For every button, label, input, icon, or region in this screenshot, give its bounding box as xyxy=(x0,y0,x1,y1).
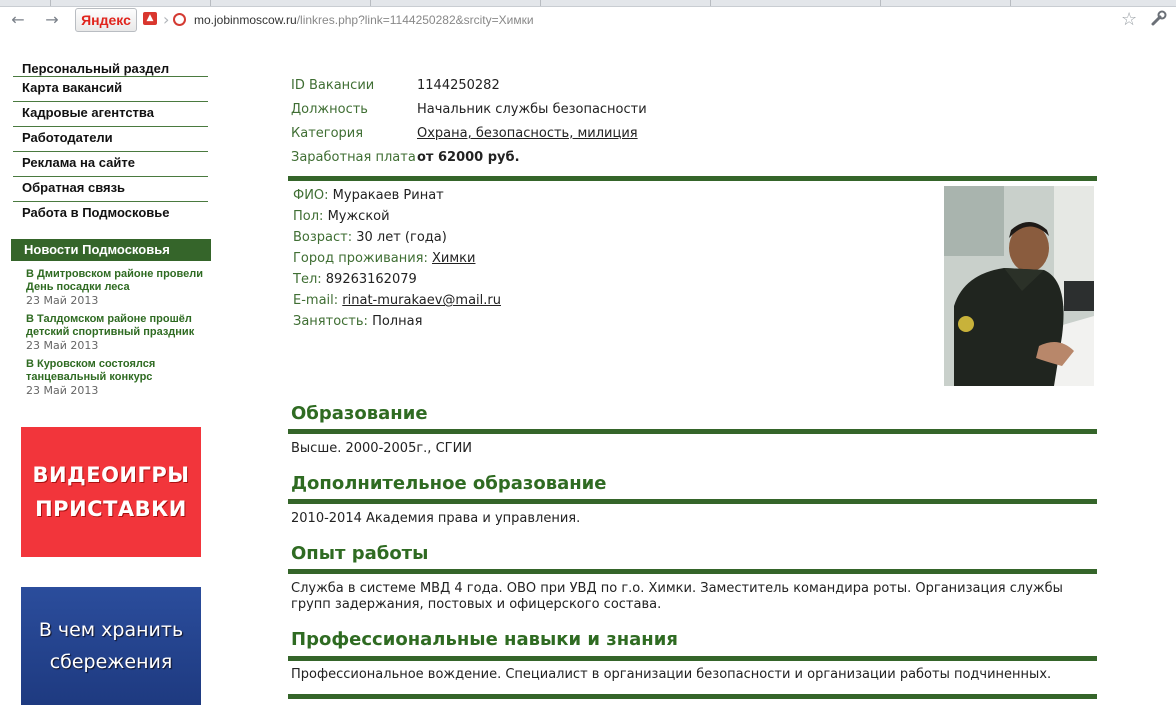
news-heading[interactable]: Новости Подмосковья xyxy=(11,239,211,261)
forward-arrow-icon[interactable]: → xyxy=(42,11,62,29)
person-info: ФИО: Муракаев Ринат Пол: Мужской Возраст… xyxy=(293,186,501,333)
nav-item-podmoskovye[interactable]: Работа в Подмосковье xyxy=(13,203,208,226)
news-title[interactable]: В Дмитровском районе провели День посадк… xyxy=(26,268,211,294)
ad-text: ПРИСТАВКИ xyxy=(35,497,187,521)
nav-item-vacancy-map[interactable]: Карта вакансий xyxy=(13,78,208,102)
back-arrow-icon[interactable]: ← xyxy=(8,11,28,29)
city-link[interactable]: Химки xyxy=(432,251,475,266)
news-item: В Дмитровском районе провели День посадк… xyxy=(26,268,211,307)
field-label: ID Вакансии xyxy=(291,78,375,93)
person-value: 89263162079 xyxy=(325,272,417,287)
tab-strip xyxy=(0,0,1176,7)
news-date: 23 Май 2013 xyxy=(26,339,99,352)
person-value: Мужской xyxy=(327,209,390,224)
person-row: ФИО: Муракаев Ринат xyxy=(293,186,501,207)
ad-text: сбережения xyxy=(49,651,173,673)
person-label: Тел: xyxy=(293,272,322,287)
person-row: Возраст: 30 лет (года) xyxy=(293,228,501,249)
divider xyxy=(288,656,1097,661)
news-title[interactable]: В Куровском состоялся танцевальный конку… xyxy=(26,358,211,384)
ad-banner-savings[interactable]: В чем хранить сбережения xyxy=(21,587,201,705)
person-label: Город проживания: xyxy=(293,251,428,266)
person-label: Пол: xyxy=(293,209,324,224)
divider xyxy=(288,499,1097,504)
section-text-experience: Служба в системе МВД 4 года. ОВО при УВД… xyxy=(291,581,1063,612)
ad-text: ВИДЕОИГРЫ xyxy=(32,463,190,487)
bookmark-icon[interactable]: ▲ xyxy=(143,12,157,25)
tab[interactable] xyxy=(210,0,371,6)
nav-item-advertising[interactable]: Реклама на сайте xyxy=(13,153,208,177)
field-row-id: ID Вакансии 1144250282 xyxy=(291,76,647,100)
url-path: /linkres.php?link=1144250282&srcity=Химк… xyxy=(296,13,534,27)
section-title-extra-education: Дополнительное образование xyxy=(291,473,607,494)
news-title[interactable]: В Талдомском районе прошёл детский спорт… xyxy=(26,313,211,339)
field-label: Заработная плата xyxy=(291,150,416,165)
field-row-position: Должность Начальник службы безопасности xyxy=(291,100,647,124)
field-row-salary: Заработная платаот 62000 руб. xyxy=(291,148,647,172)
section-text-skills: Профессиональное вождение. Специалист в … xyxy=(291,667,1052,682)
field-value: 1144250282 xyxy=(417,78,500,93)
field-row-category: Категория Охрана, безопасность, милиция xyxy=(291,124,647,148)
section-title-education: Образование xyxy=(291,403,428,424)
section-text-extra-education: 2010-2014 Академия права и управления. xyxy=(291,511,581,526)
field-value: Начальник службы безопасности xyxy=(417,102,647,117)
person-row: Занятость: Полная xyxy=(293,312,501,333)
separator-icon: › xyxy=(163,10,170,29)
section-title-skills: Профессиональные навыки и знания xyxy=(291,629,678,650)
email-link[interactable]: rinat-murakaev@mail.ru xyxy=(342,293,501,308)
divider xyxy=(288,569,1097,574)
news-date: 23 Май 2013 xyxy=(26,384,99,397)
tab[interactable] xyxy=(0,0,51,6)
ad-banner-videogames[interactable]: ВИДЕОИГРЫ ПРИСТАВКИ xyxy=(21,427,201,557)
person-row: E-mail: rinat-murakaev@mail.ru xyxy=(293,291,501,312)
nav-item-feedback[interactable]: Обратная связь xyxy=(13,178,208,202)
tab[interactable] xyxy=(710,0,881,6)
person-row: Тел: 89263162079 xyxy=(293,270,501,291)
divider xyxy=(288,176,1097,181)
tab[interactable] xyxy=(880,0,1011,6)
tab[interactable] xyxy=(540,0,711,6)
divider xyxy=(288,429,1097,434)
person-value: Муракаев Ринат xyxy=(332,188,444,203)
person-label: ФИО: xyxy=(293,188,329,203)
nav-item-employers[interactable]: Работодатели xyxy=(13,128,208,152)
person-value: Полная xyxy=(372,314,423,329)
field-value: от 62000 руб. xyxy=(417,150,520,165)
tab[interactable] xyxy=(370,0,541,6)
section-title-experience: Опыт работы xyxy=(291,543,429,564)
person-label: E-mail: xyxy=(293,293,339,308)
yandex-search-button[interactable]: Яндекс xyxy=(75,8,137,32)
news-date: 23 Май 2013 xyxy=(26,294,99,307)
person-label: Занятость: xyxy=(293,314,368,329)
address-bar[interactable]: mo.jobinmoscow.ru/linkres.php?link=11442… xyxy=(194,13,534,27)
field-label: Категория xyxy=(291,126,364,141)
news-item: В Талдомском районе прошёл детский спорт… xyxy=(26,313,211,352)
person-label: Возраст: xyxy=(293,230,353,245)
person-row: Пол: Мужской xyxy=(293,207,501,228)
url-host: mo.jobinmoscow.ru xyxy=(194,13,297,27)
browser-toolbar: ← → Яндекс ▲ › mo.jobinmoscow.ru/linkres… xyxy=(0,0,1176,40)
person-value: 30 лет (года) xyxy=(356,230,447,245)
divider xyxy=(288,694,1097,699)
nav-item-agencies[interactable]: Кадровые агентства xyxy=(13,103,208,127)
wrench-menu-icon[interactable] xyxy=(1150,9,1170,31)
tab[interactable] xyxy=(50,0,211,6)
news-item: В Куровском состоялся танцевальный конку… xyxy=(26,358,211,397)
category-link[interactable]: Охрана, безопасность, милиция xyxy=(417,126,638,141)
site-favicon-icon xyxy=(173,13,186,26)
yandex-label: Яндекс xyxy=(81,12,131,28)
nav-item-personal[interactable]: Персональный раздел xyxy=(13,60,208,77)
ad-text: В чем хранить xyxy=(38,619,184,641)
vacancy-fields: ID Вакансии 1144250282 Должность Начальник… xyxy=(291,76,647,172)
person-row: Город проживания: Химки xyxy=(293,249,501,270)
candidate-photo xyxy=(944,186,1094,386)
section-text-education: Высше. 2000-2005г., СГИИ xyxy=(291,441,473,456)
left-nav: Персональный раздел Карта вакансий Кадро… xyxy=(13,60,208,227)
star-bookmark-icon[interactable]: ☆ xyxy=(1121,9,1137,30)
field-label: Должность xyxy=(291,102,368,117)
